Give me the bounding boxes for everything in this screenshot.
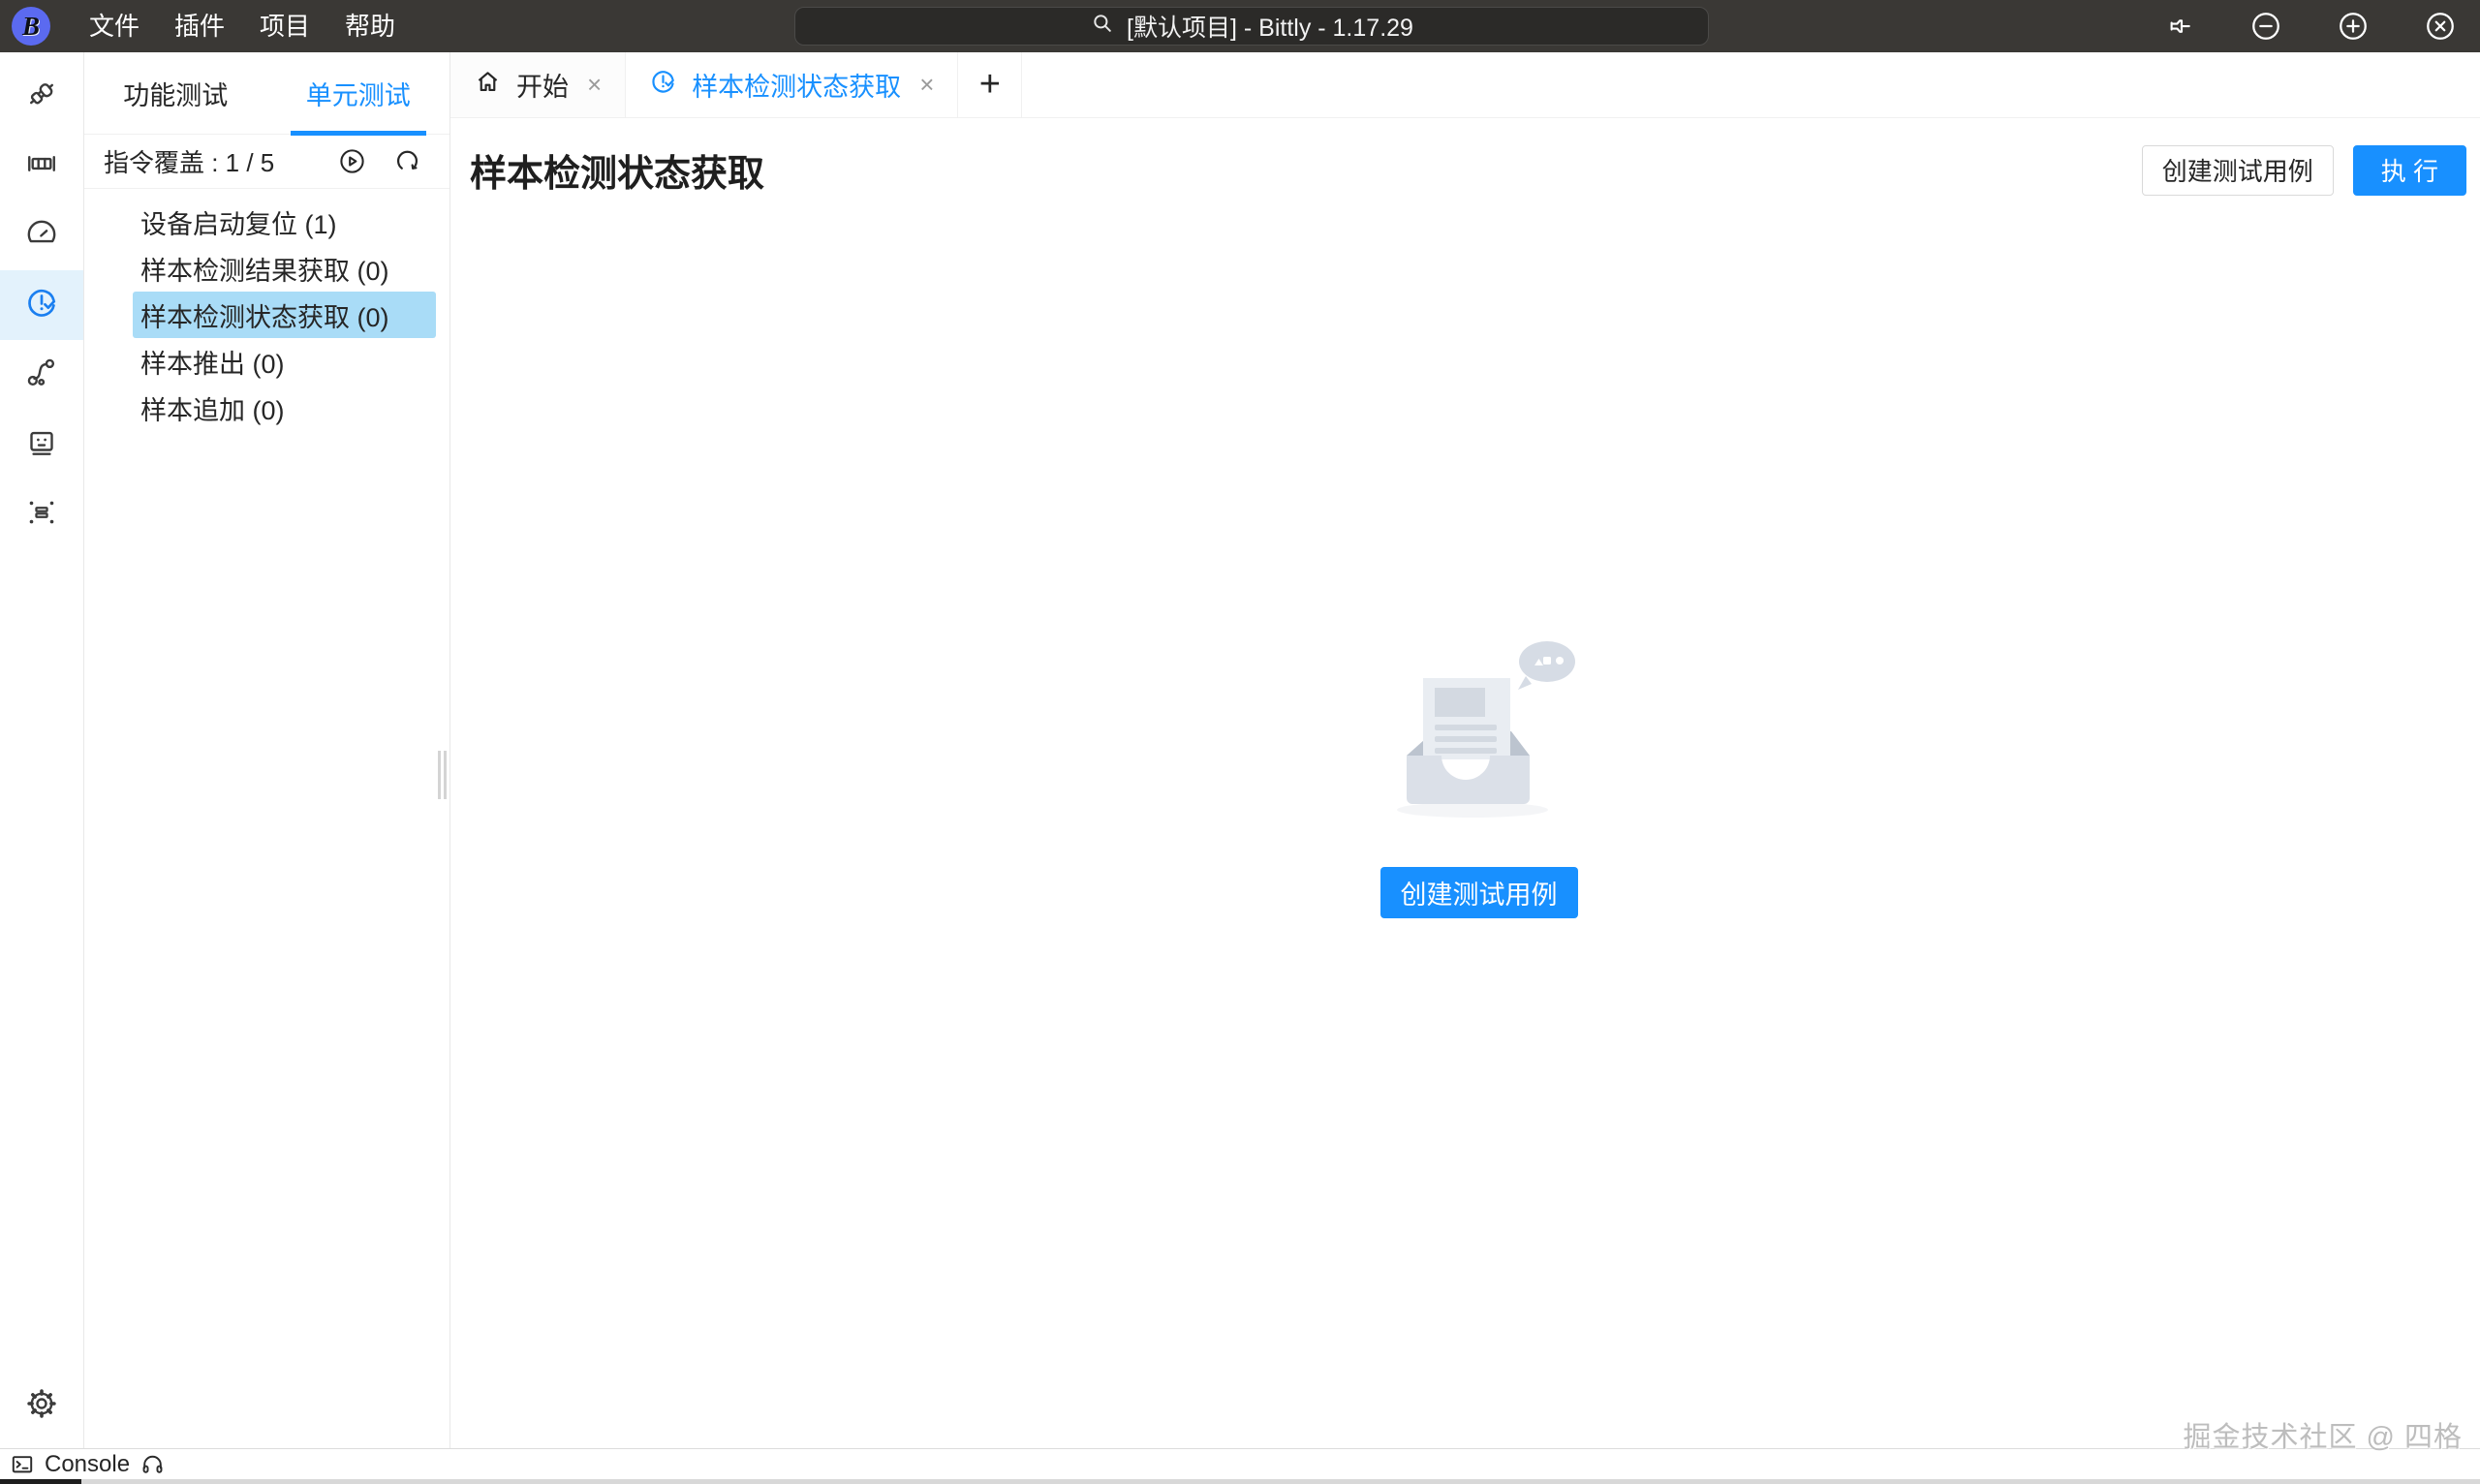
unit-test-icon	[24, 286, 59, 325]
list-item[interactable]: 样本检测结果获取 (0)	[133, 245, 436, 292]
doc-tab-label: 样本检测状态获取	[692, 66, 901, 104]
sidebar-item-serial-port[interactable]	[0, 131, 83, 201]
flow-icon	[24, 356, 59, 395]
sidebar-item-snippet[interactable]	[0, 479, 83, 549]
list-item[interactable]: 样本追加 (0)	[133, 385, 436, 431]
unit-test-icon	[649, 68, 677, 103]
play-circle-icon[interactable]	[337, 146, 367, 176]
panel-resize-handle[interactable]	[438, 751, 447, 799]
doc-tab-home[interactable]: 开始 ×	[450, 52, 626, 117]
tab-close-icon[interactable]: ×	[587, 70, 602, 100]
empty-state: 创建测试用例	[1378, 630, 1581, 918]
headphones-icon[interactable]	[140, 1451, 166, 1477]
create-testcase-button[interactable]: 创建测试用例	[2142, 145, 2334, 196]
tab-close-icon[interactable]: ×	[919, 70, 934, 100]
menubar: 文件 插件 项目 帮助	[72, 0, 413, 52]
doc-tab-sample-status[interactable]: 样本检测状态获取 ×	[626, 52, 958, 117]
tab-unit-test[interactable]: 单元测试	[267, 52, 450, 134]
sidebar-item-robot[interactable]	[0, 410, 83, 479]
doc-tab-label: 开始	[516, 66, 569, 104]
page-title: 样本检测状态获取	[470, 143, 764, 197]
empty-create-testcase-button[interactable]: 创建测试用例	[1380, 867, 1578, 918]
watermark: 掘金技术社区 @ 四格	[2183, 1414, 2463, 1455]
app-logo: B	[12, 7, 50, 46]
list-item-selected[interactable]: 样本检测状态获取 (0)	[133, 292, 436, 338]
add-tab-button[interactable]: +	[958, 52, 1022, 117]
close-icon[interactable]	[2424, 10, 2457, 43]
titlebar: B 文件 插件 项目 帮助 [默认项目] - Bittly - 1.17.29	[0, 0, 2480, 52]
unit-test-list: 设备启动复位 (1) 样本检测结果获取 (0) 样本检测状态获取 (0) 样本推…	[84, 189, 450, 431]
sidebar-item-unit-test[interactable]	[0, 270, 83, 340]
taskbar-sliver	[0, 1479, 81, 1484]
status-bar: Console	[0, 1448, 2480, 1479]
coverage-row: 指令覆盖 : 1 / 5	[84, 135, 450, 189]
panel-tabs: 功能测试 单元测试	[84, 52, 450, 135]
test-panel: 功能测试 单元测试 指令覆盖 : 1 / 5 设备启动复位	[84, 52, 450, 1448]
sidebar-item-settings[interactable]	[0, 1371, 83, 1440]
serial-port-icon	[24, 146, 59, 186]
pin-icon[interactable]	[2166, 12, 2195, 41]
snippet-scan-icon	[24, 495, 59, 535]
settings-gear-icon	[24, 1386, 59, 1426]
module-rail	[0, 52, 84, 1448]
tab-functional-test[interactable]: 功能测试	[84, 52, 267, 134]
minimize-icon[interactable]	[2249, 10, 2282, 43]
menu-plugins[interactable]: 插件	[157, 0, 242, 52]
content-header: 样本检测状态获取 创建测试用例 执 行	[450, 118, 2480, 220]
robot-panel-icon	[24, 425, 59, 465]
bottom-edge	[0, 1479, 2480, 1484]
sidebar-item-dashboard[interactable]	[0, 201, 83, 270]
connection-plug-icon	[24, 77, 59, 116]
app-body: 功能测试 单元测试 指令覆盖 : 1 / 5 设备启动复位	[0, 52, 2480, 1448]
list-item[interactable]: 设备启动复位 (1)	[133, 199, 436, 245]
sidebar-item-flow[interactable]	[0, 340, 83, 410]
execute-button[interactable]: 执 行	[2353, 145, 2466, 196]
refresh-icon[interactable]	[392, 146, 422, 176]
project-search-bar[interactable]: [默认项目] - Bittly - 1.17.29	[794, 7, 1709, 46]
console-toggle[interactable]: Console	[45, 1451, 130, 1478]
empty-inbox-illustration	[1378, 630, 1581, 824]
terminal-icon	[10, 1452, 35, 1477]
menu-project[interactable]: 项目	[242, 0, 327, 52]
list-item[interactable]: 样本推出 (0)	[133, 338, 436, 385]
search-icon	[1090, 11, 1115, 43]
menu-file[interactable]: 文件	[72, 0, 157, 52]
home-icon	[474, 68, 502, 103]
coverage-label: 指令覆盖 : 1 / 5	[104, 143, 274, 179]
dashboard-gauge-icon	[24, 216, 59, 256]
search-bar-text: [默认项目] - Bittly - 1.17.29	[1127, 9, 1413, 44]
document-tabstrip: 开始 × 样本检测状态获取 × +	[450, 52, 2480, 118]
maximize-icon[interactable]	[2337, 10, 2370, 43]
sidebar-item-connection[interactable]	[0, 61, 83, 131]
window-controls	[2166, 0, 2457, 52]
main-content: 开始 × 样本检测状态获取 × + 样本检测状态获取 创建测试用例	[450, 52, 2480, 1448]
menu-help[interactable]: 帮助	[327, 0, 413, 52]
